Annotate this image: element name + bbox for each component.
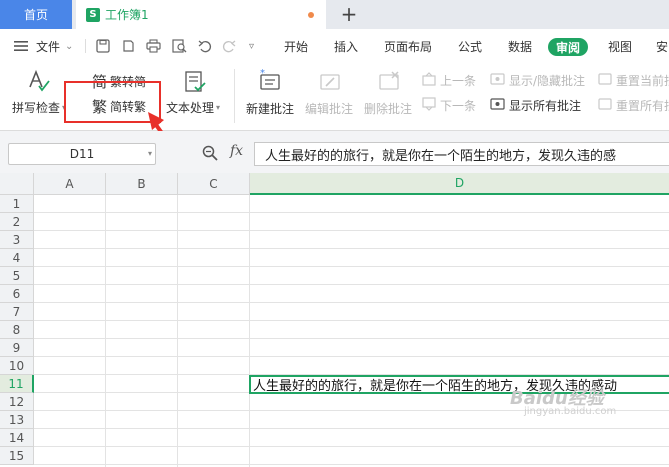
export-icon[interactable] [121,29,135,63]
tab-workbook[interactable]: S 工作簿1 [76,0,326,29]
reset-current-comment-button[interactable]: 重置当前批 [598,72,669,89]
delete-comment-icon [377,69,401,93]
row-header[interactable]: 13 [0,411,34,429]
undo-icon[interactable] [198,29,212,63]
previous-comment-label: 上一条 [440,74,477,88]
new-comment-button[interactable]: 新建批注 [246,100,294,117]
menu-insert[interactable]: 插入 [334,29,358,63]
menu-file-label: 文件 [36,39,61,54]
name-box[interactable]: D11 ▾ [8,143,156,165]
svg-text:*: * [260,69,265,79]
chevron-down-icon: ⌄ [65,40,74,52]
row-header-active[interactable]: 11 [0,375,34,393]
save-icon[interactable] [96,29,110,63]
insert-function-button[interactable]: fx [230,143,243,159]
show-hide-comments-button[interactable]: 显示/隐藏批注 [490,72,585,89]
baidu-watermark-url: jingyan.baidu.com [524,406,617,417]
reset-current-comment-label: 重置当前批 [616,74,669,88]
formula-bar: D11 ▾ fx 人生最好的的旅行，就是你在一个陌生的地方，发现久违的感 [0,131,669,173]
row-header[interactable]: 10 [0,357,34,375]
spreadsheet-icon: S [86,7,100,22]
row-header[interactable]: 2 [0,213,34,231]
row-header[interactable]: 3 [0,231,34,249]
column-header-d[interactable]: D [250,173,669,195]
next-comment-icon [422,97,436,114]
spell-check-button[interactable]: 拼写检查 ▾ [12,99,66,116]
column-header-b[interactable]: B [106,173,178,195]
menu-view[interactable]: 视图 [608,29,632,63]
menu-file[interactable]: 文件 ⌄ [36,29,73,63]
formula-input[interactable]: 人生最好的的旅行，就是你在一个陌生的地方，发现久违的感 [254,142,669,166]
menu-start[interactable]: 开始 [284,29,308,63]
previous-comment-icon [422,72,436,89]
previous-comment-button[interactable]: 上一条 [422,72,476,89]
chevron-down-icon: ▾ [216,103,221,112]
reset-all-comments-button[interactable]: 重置所有批 [598,97,669,114]
row-header[interactable]: 12 [0,393,34,411]
menu-formulas[interactable]: 公式 [458,29,482,63]
row-header[interactable]: 1 [0,195,34,213]
column-header-a[interactable]: A [34,173,106,195]
next-comment-button[interactable]: 下一条 [422,97,476,114]
show-hide-comments-label: 显示/隐藏批注 [509,74,586,88]
select-all-corner[interactable] [0,173,34,195]
spreadsheet-grid[interactable]: A B C D 1 2 3 4 5 6 7 8 9 10 11 12 13 14… [0,173,669,467]
menu-data[interactable]: 数据 [508,29,532,63]
redo-icon[interactable] [222,29,236,63]
row-header[interactable]: 15 [0,447,34,465]
quick-access-dropdown-icon[interactable]: ▿ [249,29,254,63]
menu-divider [85,39,86,53]
hamburger-menu-icon[interactable] [14,29,28,63]
menu-security[interactable]: 安 [656,29,668,63]
row-header[interactable]: 5 [0,267,34,285]
show-all-comments-label: 显示所有批注 [509,99,582,113]
chevron-down-icon[interactable]: ▾ [148,149,152,158]
print-preview-icon[interactable] [172,29,187,63]
print-icon[interactable] [146,29,161,63]
new-tab-button[interactable]: + [338,3,360,25]
spell-check-label: 拼写检查 [12,101,61,115]
ribbon-divider [234,69,235,123]
tab-bar: 首页 S 工作簿1 + [0,0,669,29]
spell-check-icon [28,69,50,93]
show-all-comments-icon [490,97,505,114]
delete-comment-button[interactable]: 删除批注 [364,100,412,117]
zoom-icon[interactable] [202,145,218,165]
column-header-c[interactable]: C [178,173,250,195]
cell-area[interactable] [34,195,669,467]
reset-icon [598,97,612,114]
row-header[interactable]: 4 [0,249,34,267]
row-header[interactable]: 6 [0,285,34,303]
edit-comment-icon [318,69,342,93]
new-comment-icon: * [258,69,282,93]
next-comment-label: 下一条 [440,99,477,113]
edit-comment-button[interactable]: 编辑批注 [305,100,353,117]
active-cell-d11[interactable]: 人生最好的的旅行，就是你在一个陌生的地方，发现久违的感动 [249,375,669,394]
name-box-value: D11 [69,147,95,161]
tab-home[interactable]: 首页 [0,0,72,29]
text-processing-icon [184,70,206,94]
reset-all-comments-label: 重置所有批 [616,99,669,113]
row-header[interactable]: 7 [0,303,34,321]
row-header[interactable]: 8 [0,321,34,339]
show-all-comments-button[interactable]: 显示所有批注 [490,97,581,114]
show-hide-comments-icon [490,72,505,89]
reset-icon [598,72,612,89]
tab-workbook-label: 工作簿1 [105,8,149,22]
row-header[interactable]: 14 [0,429,34,447]
menu-bar: 文件 ⌄ ▿ 开始 插入 页面布局 公式 数据 审阅 视图 安 [0,29,669,63]
menu-page-layout[interactable]: 页面布局 [384,29,432,63]
row-header[interactable]: 9 [0,339,34,357]
menu-review[interactable]: 审阅 [548,38,589,56]
unsaved-indicator [308,12,314,18]
